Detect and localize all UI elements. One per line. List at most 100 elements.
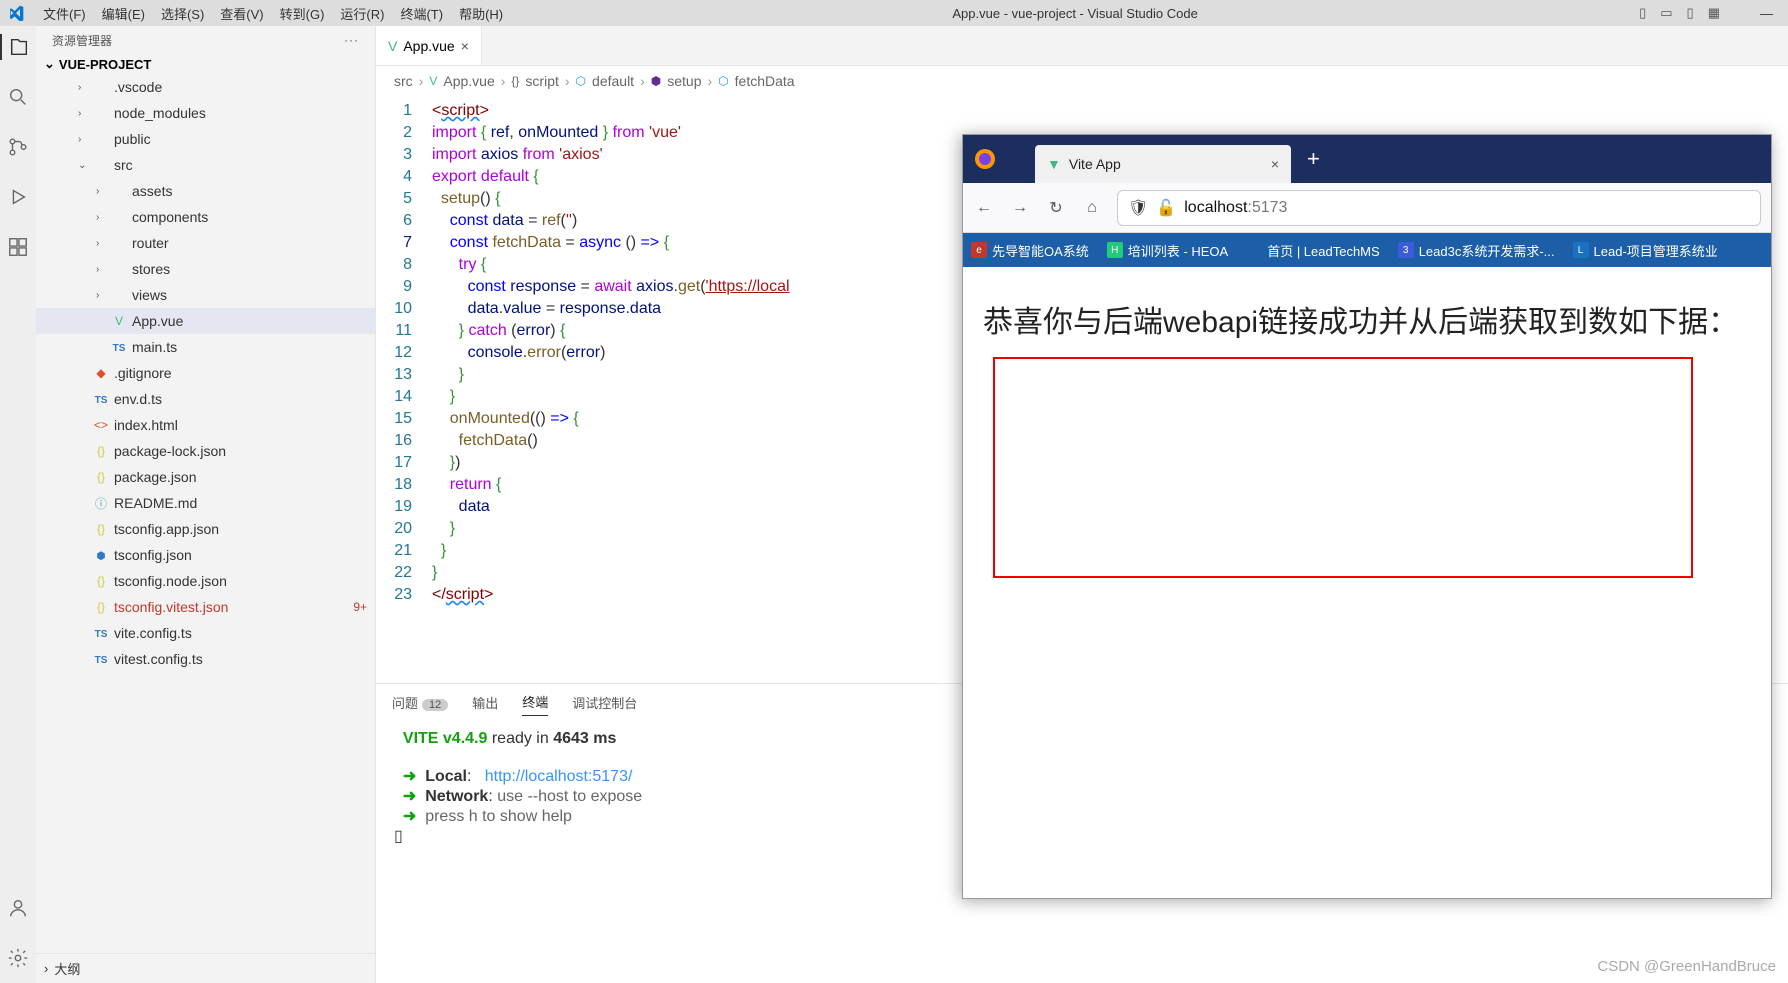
file-item[interactable]: {}tsconfig.app.json — [36, 516, 375, 542]
menu-file[interactable]: 文件(F) — [35, 4, 94, 23]
folder-item[interactable]: ›node_modules — [36, 100, 375, 126]
file-item[interactable]: {}package.json — [36, 464, 375, 490]
more-icon[interactable]: ··· — [344, 33, 359, 47]
menu-terminal[interactable]: 终端(T) — [392, 4, 451, 23]
folder-item[interactable]: ›.vscode — [36, 74, 375, 100]
back-button[interactable]: ← — [973, 197, 995, 219]
file-item[interactable]: {}tsconfig.node.json — [36, 568, 375, 594]
file-item[interactable]: {}package-lock.json — [36, 438, 375, 464]
menu-select[interactable]: 选择(S) — [153, 4, 212, 23]
forward-button[interactable]: → — [1009, 197, 1031, 219]
window-title: App.vue - vue-project - Visual Studio Co… — [511, 6, 1639, 21]
close-icon[interactable]: × — [461, 38, 469, 54]
toggle-right-icon[interactable]: ▯ — [1687, 5, 1694, 21]
menu-goto[interactable]: 转到(G) — [272, 4, 333, 23]
explorer-title: 资源管理器 — [52, 32, 344, 49]
breadcrumb-item[interactable]: setup — [667, 73, 701, 89]
file-tree: ›.vscode›node_modules›public⌄src›assets›… — [36, 74, 375, 953]
breadcrumb-item[interactable]: src — [394, 73, 413, 89]
file-item[interactable]: VApp.vue — [36, 308, 375, 334]
breadcrumb-item[interactable]: default — [592, 73, 634, 89]
folder-item[interactable]: ›public — [36, 126, 375, 152]
folder-item[interactable]: ⌄src — [36, 152, 375, 178]
customize-layout-icon[interactable]: ▦ — [1708, 5, 1720, 21]
browser-window: ▼ Vite App × + ← → ↻ ⌂ 🛡 🔓 localhost:517… — [962, 134, 1772, 899]
address-bar[interactable]: 🛡 🔓 localhost:5173 — [1117, 190, 1761, 226]
breadcrumbs[interactable]: src› VApp.vue› {}script› ⬡default› ⬢setu… — [376, 66, 1788, 96]
file-item[interactable]: {}tsconfig.vitest.json9+ — [36, 594, 375, 620]
activity-bar — [0, 26, 36, 983]
bookmark-item[interactable]: LLead-项目管理系统业 — [1573, 241, 1718, 260]
menu-run[interactable]: 运行(R) — [332, 4, 392, 23]
lock-icon[interactable]: 🔓 — [1156, 198, 1176, 218]
file-item[interactable]: ◆.gitignore — [36, 360, 375, 386]
file-item[interactable]: TSvitest.config.ts — [36, 646, 375, 672]
file-item[interactable]: TSenv.d.ts — [36, 386, 375, 412]
extensions-icon[interactable] — [5, 234, 31, 260]
home-button[interactable]: ⌂ — [1081, 197, 1103, 219]
folder-item[interactable]: ›router — [36, 230, 375, 256]
file-item[interactable]: TSmain.ts — [36, 334, 375, 360]
folder-item[interactable]: ›stores — [36, 256, 375, 282]
tab-terminal[interactable]: 终端 — [522, 692, 548, 716]
toggle-panel-icon[interactable]: ▭ — [1660, 5, 1672, 21]
browser-tab-title: Vite App — [1069, 156, 1263, 172]
close-icon[interactable]: × — [1271, 156, 1279, 172]
menu-view[interactable]: 查看(V) — [212, 4, 271, 23]
folder-item[interactable]: ›components — [36, 204, 375, 230]
folder-item[interactable]: ›assets — [36, 178, 375, 204]
bookmark-bar: e先导智能OA系统 H培训列表 - HEOA 首页 | LeadTechMS 3… — [963, 233, 1771, 267]
outline-label: 大纲 — [54, 959, 80, 978]
module-icon: ⬡ — [718, 74, 728, 88]
breadcrumb-item[interactable]: fetchData — [735, 73, 795, 89]
watermark: CSDN @GreenHandBruce — [1597, 958, 1776, 975]
tab-label: App.vue — [403, 38, 454, 54]
search-icon[interactable] — [5, 84, 31, 110]
vue-icon: V — [429, 74, 437, 88]
run-debug-icon[interactable] — [5, 184, 31, 210]
tab-output[interactable]: 输出 — [472, 693, 498, 716]
window-minimize-icon[interactable]: — — [1750, 6, 1783, 21]
braces-icon: {} — [511, 74, 519, 88]
bookmark-item[interactable]: H培训列表 - HEOA — [1107, 241, 1228, 260]
bookmark-item[interactable]: 3Lead3c系统开发需求-... — [1398, 241, 1555, 260]
chevron-right-icon: › — [44, 961, 48, 976]
vscode-logo-icon — [5, 2, 27, 24]
menubar: 文件(F) 编辑(E) 选择(S) 查看(V) 转到(G) 运行(R) 终端(T… — [0, 0, 1788, 26]
chevron-down-icon: ⌄ — [44, 56, 55, 72]
page-content: 恭喜你与后端webapi链接成功并从后端获取到数如下据： — [963, 267, 1771, 898]
tab-app-vue[interactable]: V App.vue × — [376, 26, 482, 65]
tab-debug-console[interactable]: 调试控制台 — [572, 693, 637, 716]
tab-problems[interactable]: 问题12 — [392, 693, 448, 716]
new-tab-button[interactable]: + — [1299, 146, 1328, 172]
file-item[interactable]: TSvite.config.ts — [36, 620, 375, 646]
firefox-logo-icon[interactable] — [971, 145, 999, 173]
breadcrumb-item[interactable]: script — [525, 73, 558, 89]
explorer-icon[interactable] — [0, 34, 36, 60]
file-item[interactable]: <>index.html — [36, 412, 375, 438]
project-header[interactable]: ⌄ VUE-PROJECT — [36, 54, 375, 74]
toggle-sidebar-icon[interactable]: ▯ — [1639, 5, 1646, 21]
outline-section[interactable]: › 大纲 — [36, 953, 375, 983]
folder-item[interactable]: ›views — [36, 282, 375, 308]
bookmark-item[interactable]: e先导智能OA系统 — [971, 241, 1089, 260]
menu-help[interactable]: 帮助(H) — [451, 4, 511, 23]
browser-tab[interactable]: ▼ Vite App × — [1035, 145, 1291, 183]
bookmark-item[interactable]: 首页 | LeadTechMS — [1246, 241, 1379, 260]
account-icon[interactable] — [5, 895, 31, 921]
file-item[interactable]: ⓘREADME.md — [36, 490, 375, 516]
breadcrumb-item[interactable]: App.vue — [443, 73, 494, 89]
layout-icons: ▯ ▭ ▯ ▦ — [1639, 5, 1720, 21]
reload-button[interactable]: ↻ — [1045, 197, 1067, 219]
gear-icon[interactable] — [5, 945, 31, 971]
menu-edit[interactable]: 编辑(E) — [94, 4, 153, 23]
module-icon: ⬡ — [576, 74, 586, 88]
editor-tabs: V App.vue × — [376, 26, 1788, 66]
source-control-icon[interactable] — [5, 134, 31, 160]
shield-icon[interactable]: 🛡 — [1128, 198, 1148, 218]
browser-tab-strip: ▼ Vite App × + — [963, 135, 1771, 183]
vue-favicon-icon: ▼ — [1047, 156, 1061, 172]
page-heading: 恭喜你与后端webapi链接成功并从后端获取到数如下据： — [983, 299, 1751, 347]
file-item[interactable]: ⬢tsconfig.json — [36, 542, 375, 568]
method-icon: ⬢ — [651, 74, 661, 88]
